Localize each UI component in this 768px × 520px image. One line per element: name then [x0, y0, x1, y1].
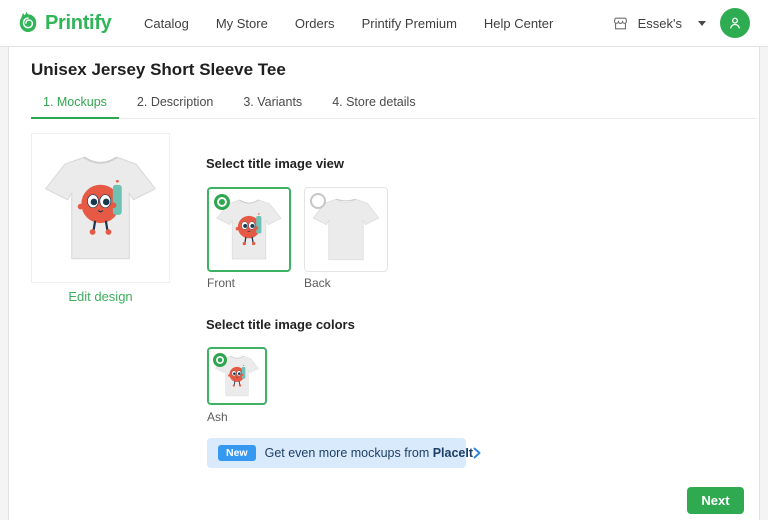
printify-logo[interactable]: Printify	[16, 0, 112, 46]
person-icon	[726, 14, 744, 32]
step-tabs: 1. Mockups 2. Description 3. Variants 4.…	[31, 90, 757, 119]
header-right-cluster: Essek's	[612, 0, 750, 46]
next-button[interactable]: Next	[687, 487, 744, 514]
tee-front-image	[32, 134, 169, 282]
store-dropdown-caret-icon[interactable]	[698, 20, 706, 26]
view-option-front[interactable]	[207, 187, 291, 272]
nav-catalog[interactable]: Catalog	[144, 16, 189, 31]
printify-logo-icon	[16, 11, 40, 35]
top-nav-bar: Printify Catalog My Store Orders Printif…	[0, 0, 768, 47]
printify-app-window: Printify Catalog My Store Orders Printif…	[0, 0, 768, 520]
nav-my-store[interactable]: My Store	[216, 16, 268, 31]
new-badge: New	[218, 444, 256, 462]
printify-logo-text: Printify	[45, 11, 112, 34]
placeit-promo-banner[interactable]: New Get even more mockups from PlaceIt	[207, 438, 481, 468]
radio-unselected-icon[interactable]	[310, 193, 326, 209]
storefront-icon	[612, 15, 629, 32]
color-option-ash-label: Ash	[207, 410, 228, 424]
view-option-back-label: Back	[304, 276, 331, 290]
edit-design-link[interactable]: Edit design	[31, 289, 170, 304]
color-option-ash[interactable]	[207, 347, 267, 405]
tab-mockups[interactable]: 1. Mockups	[31, 90, 119, 119]
view-option-back[interactable]	[304, 187, 388, 272]
radio-selected-icon[interactable]	[213, 353, 227, 367]
placeit-banner-text: Get even more mockups from PlaceIt	[264, 446, 474, 460]
account-avatar[interactable]	[720, 8, 750, 38]
nav-printify-premium[interactable]: Printify Premium	[362, 16, 457, 31]
main-mockup-preview	[31, 133, 170, 283]
main-nav: Catalog My Store Orders Printify Premium…	[144, 0, 553, 46]
view-section-heading: Select title image view	[206, 156, 345, 171]
nav-help-center[interactable]: Help Center	[484, 16, 553, 31]
tab-variants[interactable]: 3. Variants	[231, 90, 314, 118]
chevron-right-icon	[473, 447, 481, 459]
page-title: Unisex Jersey Short Sleeve Tee	[31, 60, 286, 79]
tab-description[interactable]: 2. Description	[125, 90, 225, 118]
placeit-brand-name: PlaceIt	[432, 446, 474, 460]
store-name[interactable]: Essek's	[638, 16, 682, 31]
tab-store-details[interactable]: 4. Store details	[320, 90, 427, 118]
radio-selected-icon[interactable]	[214, 194, 230, 210]
colors-section-heading: Select title image colors	[206, 317, 355, 332]
nav-orders[interactable]: Orders	[295, 16, 335, 31]
view-option-front-label: Front	[207, 276, 236, 290]
publish-flow-card: Unisex Jersey Short Sleeve Tee 1. Mockup…	[8, 46, 760, 520]
